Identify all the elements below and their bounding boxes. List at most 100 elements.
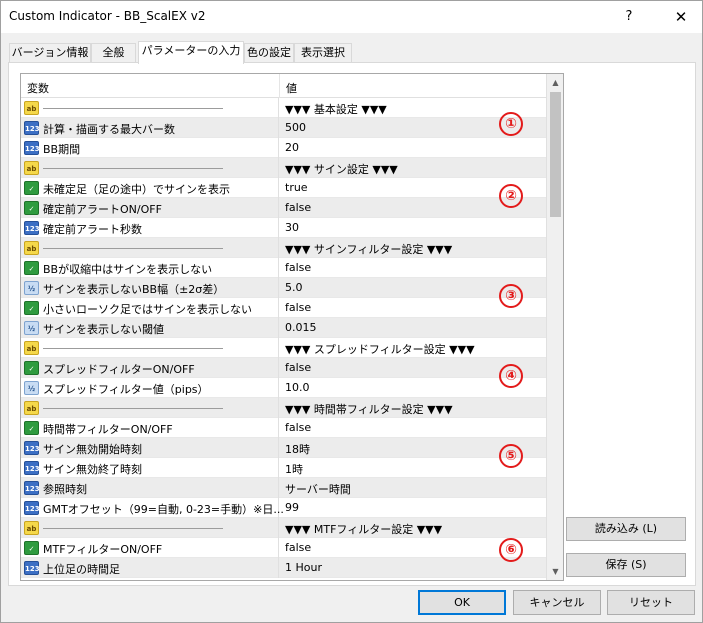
scroll-up-arrow-icon[interactable]: ▲ bbox=[547, 74, 563, 91]
parameter-value[interactable]: ▼▼▼ サインフィルター設定 ▼▼▼ bbox=[285, 241, 452, 257]
parameter-value[interactable]: false bbox=[285, 261, 311, 274]
dialog-window: Custom Indicator - BB_ScalEX v2 ? ✕ バージョ… bbox=[0, 0, 703, 623]
parameter-value[interactable]: 20 bbox=[285, 141, 299, 154]
help-button[interactable]: ? bbox=[618, 7, 640, 27]
parameter-value[interactable]: ▼▼▼ 基本設定 ▼▼▼ bbox=[285, 101, 387, 117]
integer-type-icon: 123 bbox=[24, 441, 40, 455]
parameter-value[interactable]: 0.015 bbox=[285, 321, 317, 334]
value-cell[interactable]: サーバー時間 bbox=[280, 478, 546, 498]
parameter-row[interactable]: ab ▼▼▼ スプレッドフィルター設定 ▼▼▼ bbox=[21, 338, 546, 358]
value-cell[interactable]: ▼▼▼ MTFフィルター設定 ▼▼▼ bbox=[280, 518, 546, 538]
parameter-row[interactable]: ✓ MTFフィルターON/OFF false bbox=[21, 538, 546, 558]
value-cell[interactable]: false bbox=[280, 418, 546, 438]
parameter-value[interactable]: 1 Hour bbox=[285, 561, 322, 574]
value-cell[interactable]: 30 bbox=[280, 218, 546, 238]
parameter-row[interactable]: 123 確定前アラート秒数 30 bbox=[21, 218, 546, 238]
scroll-down-arrow-icon[interactable]: ▼ bbox=[547, 563, 563, 580]
scroll-thumb[interactable] bbox=[550, 92, 561, 217]
parameter-value[interactable]: 10.0 bbox=[285, 381, 310, 394]
parameter-row[interactable]: ab ▼▼▼ MTFフィルター設定 ▼▼▼ bbox=[21, 518, 546, 538]
parameters-grid: 変数 値 ab ▼▼▼ 基本設定 ▼▼▼ 123 計算・描画する最大バー数 500 123… bbox=[20, 73, 564, 581]
parameter-row[interactable]: ab ▼▼▼ サイン設定 ▼▼▼ bbox=[21, 158, 546, 178]
variable-cell: ✓ スプレッドフィルターON/OFF bbox=[21, 358, 279, 378]
parameter-row[interactable]: ½ スプレッドフィルター値（pips） 10.0 bbox=[21, 378, 546, 398]
tab-general[interactable]: 全般 bbox=[91, 43, 136, 63]
parameter-row[interactable]: ✓ スプレッドフィルターON/OFF false bbox=[21, 358, 546, 378]
ok-button[interactable]: OK bbox=[418, 590, 506, 615]
parameter-value[interactable]: 500 bbox=[285, 121, 306, 134]
parameter-value[interactable]: false bbox=[285, 361, 311, 374]
parameter-value[interactable]: ▼▼▼ スプレッドフィルター設定 ▼▼▼ bbox=[285, 341, 475, 357]
parameter-row[interactable]: 123 サイン無効開始時刻 18時 bbox=[21, 438, 546, 458]
parameter-row[interactable]: ✓ 小さいローソク足ではサインを表示しない false bbox=[21, 298, 546, 318]
variable-cell: ½ スプレッドフィルター値（pips） bbox=[21, 378, 279, 398]
value-cell[interactable]: ▼▼▼ 時間帯フィルター設定 ▼▼▼ bbox=[280, 398, 546, 418]
close-button[interactable]: ✕ bbox=[669, 6, 693, 28]
separator-line bbox=[43, 528, 223, 529]
load-button[interactable]: 読み込み (L) bbox=[566, 517, 686, 541]
separator-line bbox=[43, 108, 223, 109]
parameter-value[interactable]: false bbox=[285, 541, 311, 554]
parameter-value[interactable]: ▼▼▼ 時間帯フィルター設定 ▼▼▼ bbox=[285, 401, 453, 417]
variable-cell: 123 サイン無効終了時刻 bbox=[21, 458, 279, 478]
parameter-row[interactable]: ½ サインを表示しないBB幅（±2σ差） 5.0 bbox=[21, 278, 546, 298]
variable-name: 未確定足（足の途中）でサインを表示 bbox=[43, 183, 230, 196]
vertical-scrollbar[interactable]: ▲ ▼ bbox=[546, 74, 563, 580]
boolean-type-icon: ✓ bbox=[24, 181, 39, 195]
parameter-row[interactable]: ✓ 未確定足（足の途中）でサインを表示 true bbox=[21, 178, 546, 198]
reset-button[interactable]: リセット bbox=[607, 590, 695, 615]
value-cell[interactable]: 0.015 bbox=[280, 318, 546, 338]
value-cell[interactable]: ▼▼▼ サインフィルター設定 ▼▼▼ bbox=[280, 238, 546, 258]
tab-parameters[interactable]: パラメーターの入力 bbox=[138, 41, 244, 64]
parameter-row[interactable]: 123 BB期間 20 bbox=[21, 138, 546, 158]
parameter-value[interactable]: 5.0 bbox=[285, 281, 303, 294]
parameter-row[interactable]: ab ▼▼▼ 時間帯フィルター設定 ▼▼▼ bbox=[21, 398, 546, 418]
parameter-row[interactable]: ½ サインを表示しない閾値 0.015 bbox=[21, 318, 546, 338]
parameter-value[interactable]: true bbox=[285, 181, 308, 194]
boolean-type-icon: ✓ bbox=[24, 201, 39, 215]
annotation-marker-3: ③ bbox=[499, 284, 523, 308]
parameter-value[interactable]: サーバー時間 bbox=[285, 481, 351, 497]
parameter-value[interactable]: 18時 bbox=[285, 441, 310, 457]
parameter-row[interactable]: ab ▼▼▼ サインフィルター設定 ▼▼▼ bbox=[21, 238, 546, 258]
column-header-variable[interactable]: 変数 bbox=[27, 80, 49, 96]
string-type-icon: ab bbox=[24, 521, 39, 535]
parameter-row[interactable]: ✓ 確定前アラートON/OFF false bbox=[21, 198, 546, 218]
value-cell[interactable]: 99 bbox=[280, 498, 546, 518]
string-type-icon: ab bbox=[24, 101, 39, 115]
value-cell[interactable]: ▼▼▼ サイン設定 ▼▼▼ bbox=[280, 158, 546, 178]
column-header-value[interactable]: 値 bbox=[286, 80, 297, 96]
variable-cell: ✓ 確定前アラートON/OFF bbox=[21, 198, 279, 218]
parameter-value[interactable]: 99 bbox=[285, 501, 299, 514]
tab-colors[interactable]: 色の設定 bbox=[244, 43, 294, 63]
boolean-type-icon: ✓ bbox=[24, 261, 39, 275]
value-cell[interactable]: 20 bbox=[280, 138, 546, 158]
parameter-value[interactable]: 1時 bbox=[285, 461, 303, 477]
parameter-value[interactable]: ▼▼▼ MTFフィルター設定 ▼▼▼ bbox=[285, 521, 442, 537]
cancel-button[interactable]: キャンセル bbox=[513, 590, 601, 615]
value-cell[interactable]: false bbox=[280, 258, 546, 278]
parameter-row[interactable]: 123 参照時刻 サーバー時間 bbox=[21, 478, 546, 498]
parameter-row[interactable]: 123 計算・描画する最大バー数 500 bbox=[21, 118, 546, 138]
tab-visualization[interactable]: 表示選択 bbox=[294, 43, 352, 63]
save-button[interactable]: 保存 (S) bbox=[566, 553, 686, 577]
parameter-row[interactable]: ab ▼▼▼ 基本設定 ▼▼▼ bbox=[21, 98, 546, 118]
parameter-row[interactable]: ✓ 時間帯フィルターON/OFF false bbox=[21, 418, 546, 438]
parameter-row[interactable]: 123 サイン無効終了時刻 1時 bbox=[21, 458, 546, 478]
parameter-value[interactable]: false bbox=[285, 201, 311, 214]
parameter-value[interactable]: 30 bbox=[285, 221, 299, 234]
integer-type-icon: 123 bbox=[24, 501, 40, 515]
boolean-type-icon: ✓ bbox=[24, 541, 39, 555]
parameter-row[interactable]: 123 上位足の時間足 1 Hour bbox=[21, 558, 546, 578]
parameter-value[interactable]: false bbox=[285, 301, 311, 314]
column-divider[interactable] bbox=[279, 74, 280, 98]
tab-version-info[interactable]: バージョン情報 bbox=[9, 43, 91, 63]
parameter-value[interactable]: false bbox=[285, 421, 311, 434]
parameter-row[interactable]: ✓ BBが収縮中はサインを表示しない false bbox=[21, 258, 546, 278]
parameter-value[interactable]: ▼▼▼ サイン設定 ▼▼▼ bbox=[285, 161, 398, 177]
value-cell[interactable]: ▼▼▼ スプレッドフィルター設定 ▼▼▼ bbox=[280, 338, 546, 358]
parameter-row[interactable]: 123 GMTオフセット（99=自動, 0-23=手動）※日... 99 bbox=[21, 498, 546, 518]
annotation-marker-6: ⑥ bbox=[499, 538, 523, 562]
separator-line bbox=[43, 408, 223, 409]
variable-name: 確定前アラート秒数 bbox=[43, 223, 142, 236]
